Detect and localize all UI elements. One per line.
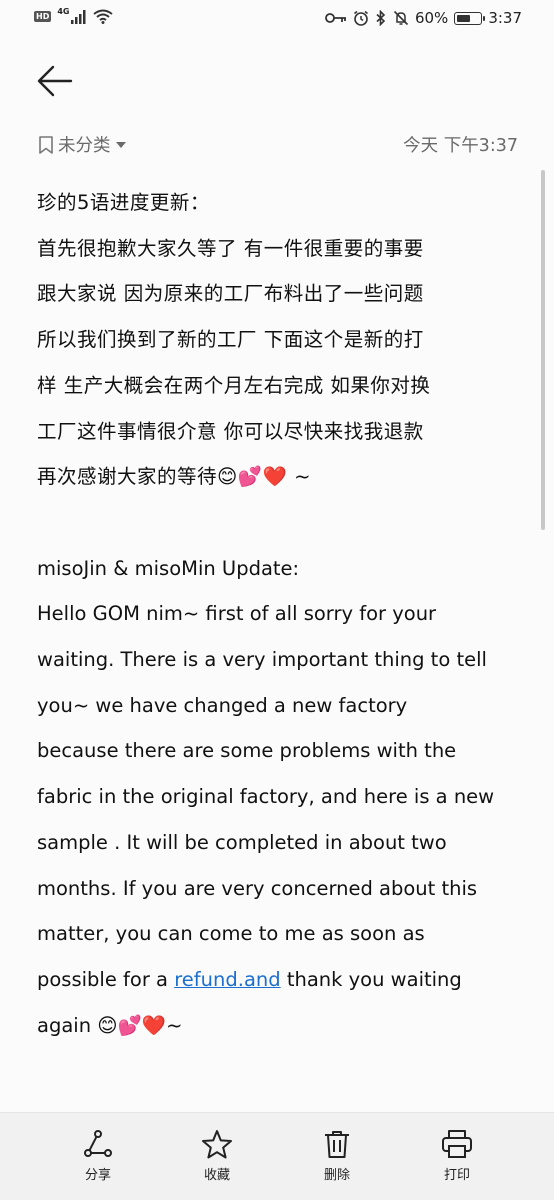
battery-fill xyxy=(457,14,470,22)
note-line: 所以我们换到了新的工厂 下面这个是新的打 xyxy=(37,328,424,352)
star-icon xyxy=(202,1130,232,1159)
note-meta-row: 未分类 今天 下午3:37 xyxy=(38,132,518,158)
link-prefix-text: possible for a xyxy=(37,967,175,991)
note-line: 工厂这件事情很介意 你可以尽快来找我退款 xyxy=(37,419,424,443)
note-line: because there are some problems with the xyxy=(37,739,457,763)
bottom-toolbar: 分享 收藏 删除 打印 xyxy=(0,1112,554,1200)
back-button[interactable] xyxy=(36,64,76,100)
share-button[interactable]: 分享 xyxy=(58,1129,138,1183)
note-line: you~ we have changed a new factory xyxy=(37,693,408,717)
trash-icon xyxy=(325,1131,349,1158)
note-line: fabric in the original factory, and here… xyxy=(37,785,495,809)
delete-label: 删除 xyxy=(323,1168,350,1183)
status-time: 3:37 xyxy=(488,9,522,27)
arrow-left-icon xyxy=(37,65,73,97)
key-icon xyxy=(325,13,346,23)
wifi-icon xyxy=(93,9,114,24)
caret-down-icon xyxy=(115,141,126,148)
printer-icon xyxy=(442,1130,472,1158)
note-detail-screen: HD 4G 60% 3:37 未分类 今天 下午3:37 珍的5语进度更新： 首… xyxy=(0,0,554,1200)
print-label: 打印 xyxy=(443,1168,470,1183)
bookmark-icon xyxy=(39,135,53,154)
note-line: misoJin & misoMin Update: xyxy=(37,556,300,580)
note-line: sample . It will be completed in about t… xyxy=(37,830,447,854)
print-button[interactable]: 打印 xyxy=(417,1129,497,1183)
note-line-with-link: possible for a refund.and thank you wait… xyxy=(37,957,527,1003)
favorite-label: 收藏 xyxy=(203,1168,230,1183)
status-bar: HD 4G 60% 3:37 xyxy=(0,0,554,38)
note-content[interactable]: 珍的5语进度更新： 首先很抱歉大家久等了 有一件很重要的事要 跟大家说 因为原来… xyxy=(37,180,527,1048)
battery-icon xyxy=(454,11,486,25)
note-line: 珍的5语进度更新： xyxy=(37,191,210,214)
hd-badge: HD xyxy=(34,11,52,22)
mute-icon xyxy=(393,10,409,26)
link-suffix-text: thank you waiting xyxy=(280,967,462,991)
share-icon xyxy=(84,1130,112,1157)
share-label: 分享 xyxy=(84,1168,111,1183)
note-line: 样 生产大概会在两个月左右完成 如果你对换 xyxy=(37,373,431,397)
favorite-button[interactable]: 收藏 xyxy=(177,1129,257,1183)
delete-button[interactable]: 删除 xyxy=(297,1129,377,1183)
note-line: Hello GOM nim~ first of all sorry for yo… xyxy=(37,602,437,626)
note-line: matter, you can come to me as soon as xyxy=(37,922,425,946)
note-line: again 😊💕❤️~ xyxy=(37,1013,183,1037)
network-type: 4G xyxy=(57,6,70,16)
battery-percent: 60% xyxy=(414,9,449,27)
note-line: 再次感谢大家的等待😊💕❤️ ~ xyxy=(37,465,311,489)
bluetooth-icon xyxy=(376,10,386,26)
status-right: 60% 3:37 xyxy=(325,9,522,27)
category-selector[interactable]: 未分类 xyxy=(38,132,127,157)
scrollbar[interactable] xyxy=(541,170,545,530)
note-line: 首先很抱歉大家久等了 有一件很重要的事要 xyxy=(37,236,424,260)
note-line: months. If you are very concerned about … xyxy=(37,876,478,900)
refund-link[interactable]: refund.and xyxy=(174,968,280,991)
note-line: 跟大家说 因为原来的工厂布料出了一些问题 xyxy=(37,282,424,306)
note-line: waiting. There is a very important thing… xyxy=(37,648,487,672)
signal-icon xyxy=(71,9,86,24)
note-date: 今天 下午3:37 xyxy=(403,136,518,156)
status-left: HD 4G xyxy=(34,6,114,24)
alarm-icon xyxy=(353,10,368,26)
category-label: 未分类 xyxy=(58,136,111,156)
